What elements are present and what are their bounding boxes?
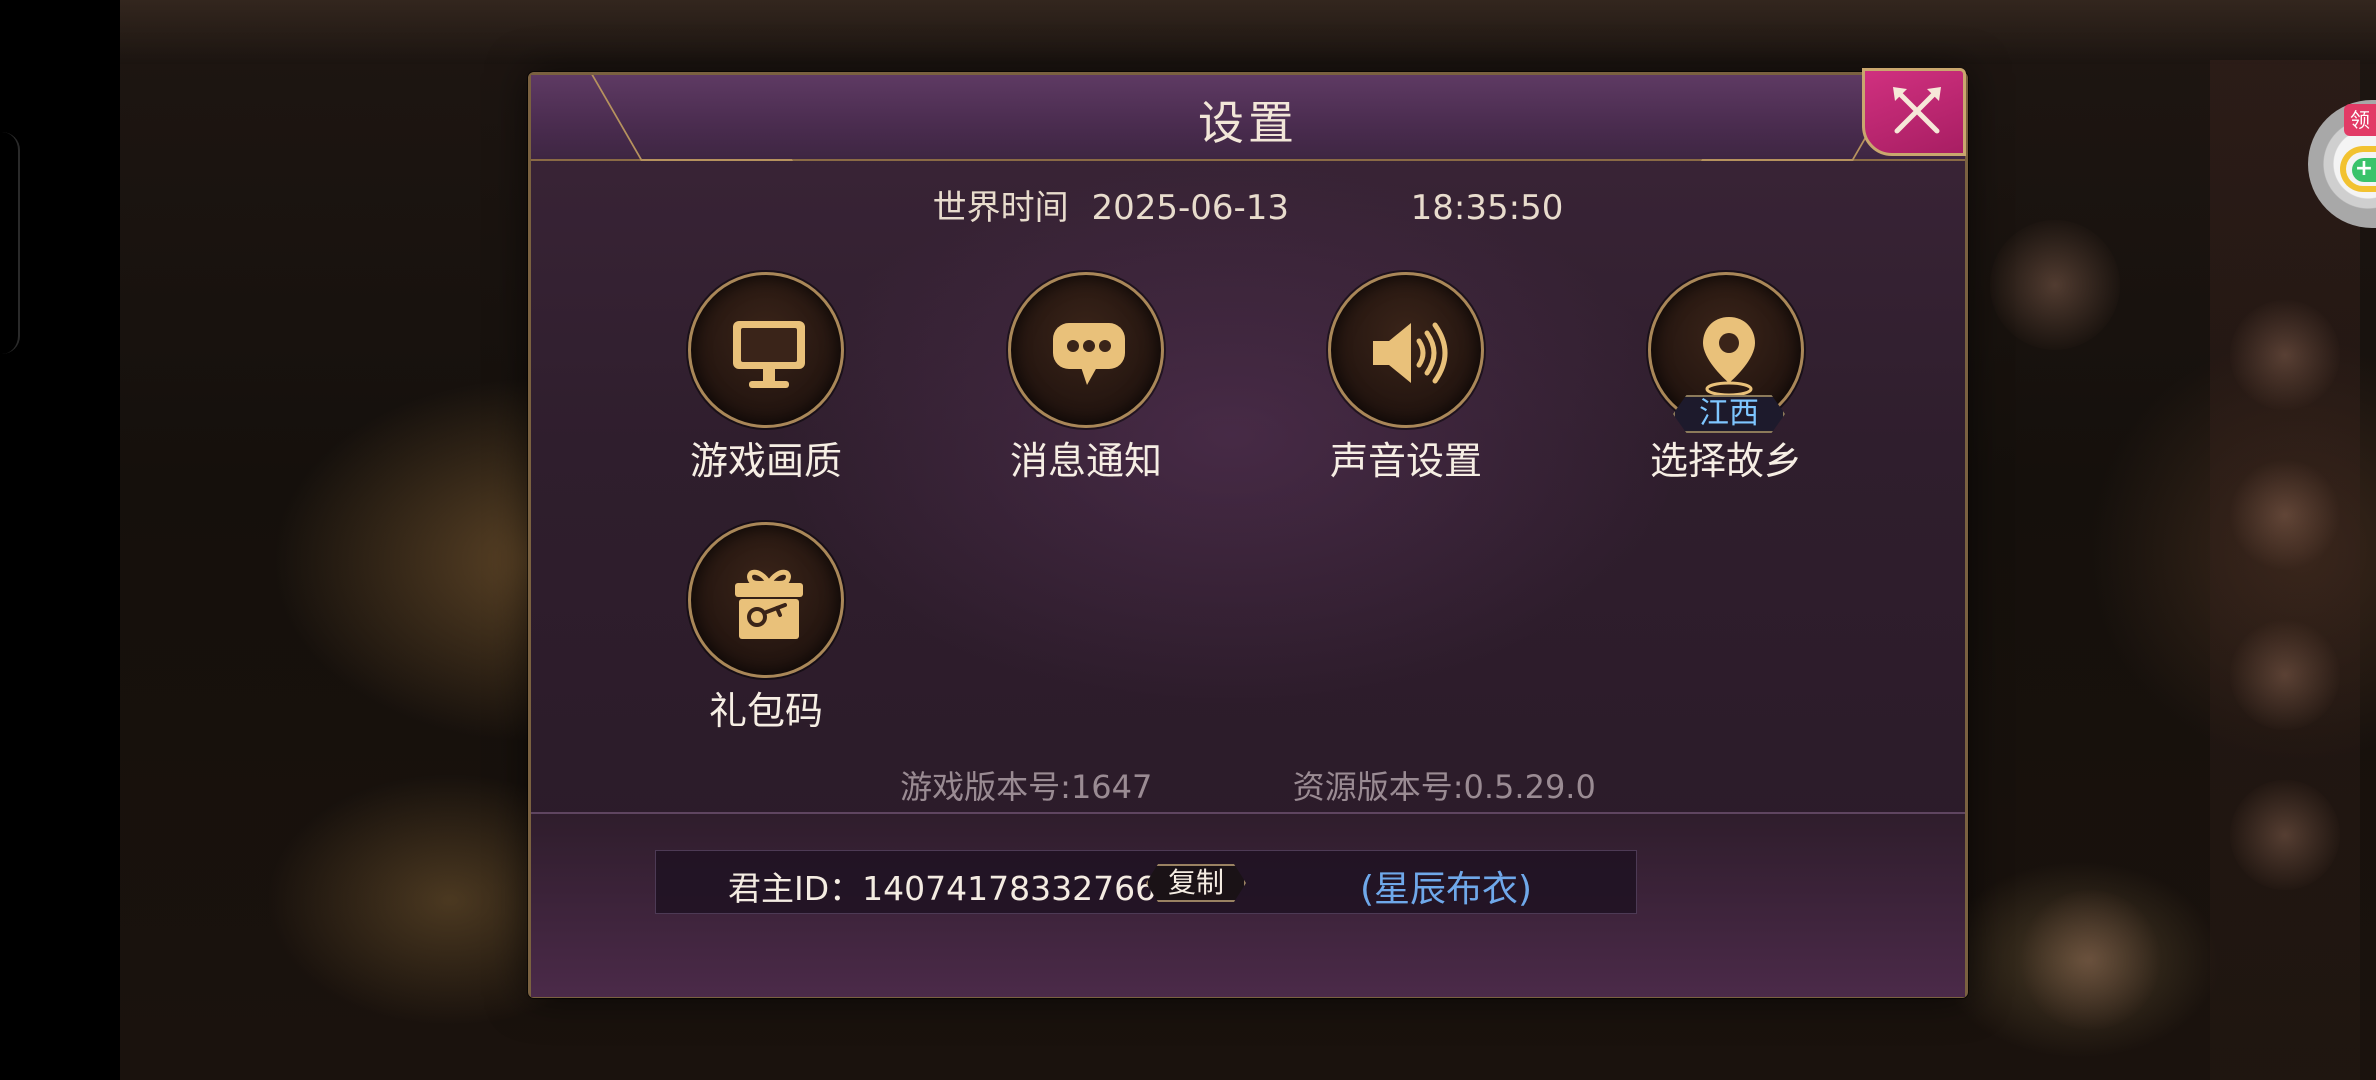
lord-id-text: 君主ID：140741783327664 xyxy=(728,869,1178,908)
option-icon-frame: 江西 xyxy=(1648,272,1804,433)
world-time-clock: 18:35:50 xyxy=(1410,188,1564,228)
option-label: 游戏画质 xyxy=(689,439,842,483)
floating-claim-tag[interactable]: 领 xyxy=(2344,104,2376,136)
option-icon-frame xyxy=(1328,272,1484,428)
version-info: 游戏版本号:1647 资源版本号:0.5.29.0 xyxy=(528,762,1968,808)
floating-plus-icon: + xyxy=(2352,158,2376,182)
background-top-bar xyxy=(120,0,2376,64)
option-label: 礼包码 xyxy=(708,689,823,733)
player-nickname: (星辰布衣) xyxy=(1360,869,1533,910)
option-label: 声音设置 xyxy=(1329,439,1482,483)
chat-bubble-icon xyxy=(1053,323,1125,385)
world-time-row: 世界时间 2025-06-13 18:35:50 xyxy=(528,180,1968,229)
option-gift-code[interactable]: 礼包码 xyxy=(646,522,886,734)
monitor-icon xyxy=(733,321,805,388)
speaker-icon xyxy=(1373,322,1448,384)
option-sound-settings[interactable]: 声音设置 xyxy=(1286,272,1526,484)
device-edge-notch xyxy=(0,132,20,354)
location-pin-icon xyxy=(1703,317,1755,397)
background-orb xyxy=(2230,780,2340,890)
dialog-header: 设置 xyxy=(531,75,1965,161)
copy-id-button[interactable]: 复制 xyxy=(1146,864,1246,902)
close-icon xyxy=(1893,87,1941,134)
background-orb xyxy=(1990,220,2120,350)
option-game-quality[interactable]: 游戏画质 xyxy=(646,272,886,484)
game-screen: 领 + 设置 世界时间 2025-06-13 18:35:50 游戏画质 消息通… xyxy=(0,0,2376,1080)
option-icon-frame xyxy=(688,522,844,678)
world-time-date: 2025-06-13 xyxy=(1091,188,1290,228)
background-orb xyxy=(2020,890,2160,1030)
option-icon-frame xyxy=(688,272,844,428)
option-notifications[interactable]: 消息通知 xyxy=(966,272,1206,484)
background-orb xyxy=(2230,620,2340,730)
world-time-label: 世界时间 xyxy=(932,188,1069,228)
option-icon-frame xyxy=(1008,272,1164,428)
close-button[interactable] xyxy=(1862,68,1966,156)
dialog-title: 设置 xyxy=(1198,96,1298,150)
option-label: 选择故乡 xyxy=(1649,439,1802,483)
option-label: 消息通知 xyxy=(1009,439,1162,483)
hometown-badge: 江西 xyxy=(1673,395,1785,433)
background-orb xyxy=(2230,460,2340,570)
background-orb xyxy=(2230,300,2340,410)
resource-version: 资源版本号:0.5.29.0 xyxy=(1292,768,1596,806)
game-version: 游戏版本号:1647 xyxy=(900,768,1153,806)
gift-key-icon xyxy=(735,569,803,639)
option-select-hometown[interactable]: 江西 选择故乡 xyxy=(1606,272,1846,484)
